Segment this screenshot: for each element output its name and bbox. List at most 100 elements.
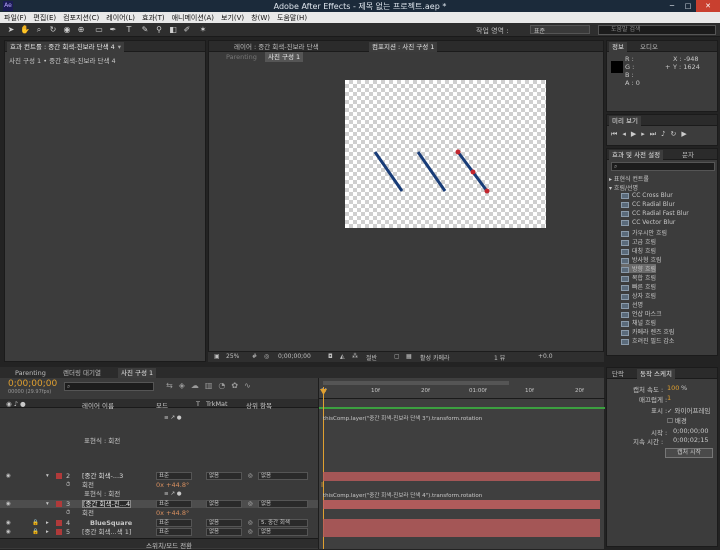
minimize-icon[interactable]: ─ xyxy=(664,0,680,12)
layer-name[interactable]: [중간 회색...색 1] xyxy=(82,528,131,536)
parent-select[interactable]: 없음 xyxy=(258,528,308,536)
column-t[interactable]: T xyxy=(196,400,200,408)
smoothing-value[interactable]: 1 xyxy=(667,394,671,402)
mode-select[interactable]: 표준 xyxy=(156,519,192,527)
grid-icon[interactable]: # xyxy=(252,353,257,360)
shy-icon[interactable]: ☁ xyxy=(191,381,205,390)
effect-item[interactable]: 빠른 흐림 xyxy=(621,282,656,291)
anchor-handle[interactable] xyxy=(455,149,461,155)
expand-icon[interactable]: ▾ xyxy=(46,472,49,480)
visibility-icon[interactable]: ◉ xyxy=(6,472,11,480)
stopwatch-icon[interactable]: ⏱ xyxy=(66,509,70,517)
parent-select[interactable]: 5. 중간 회색 xyxy=(258,519,308,527)
layer-duration-bar[interactable] xyxy=(323,528,600,537)
tab-audio[interactable]: 오디오 xyxy=(637,42,661,52)
menu-effect[interactable]: 효과(T) xyxy=(142,13,165,23)
capture-speed-value[interactable]: 100 xyxy=(667,384,679,392)
menu-view[interactable]: 보기(V) xyxy=(221,13,244,23)
graph-editor-icon[interactable]: ∿ xyxy=(244,381,257,390)
layer-row-selected[interactable]: ◉ ▾ 3 [중간 회색-진...4 표준 없음 ◎ 없음 xyxy=(0,500,318,508)
layer-name[interactable]: BlueSquare xyxy=(90,519,132,527)
menu-layer[interactable]: 레이어(L) xyxy=(106,13,135,23)
effect-item[interactable]: 선명 xyxy=(621,300,643,309)
expand-icon[interactable]: ▾ xyxy=(46,500,49,508)
camera-tool-icon[interactable]: ◉ xyxy=(62,25,72,35)
anchor-handle[interactable] xyxy=(484,188,490,194)
selection-tool-icon[interactable]: ➤ xyxy=(6,25,16,35)
show-snapshot-icon[interactable]: ◭ xyxy=(340,353,345,360)
layer-row[interactable]: ◉ 🔒 ▸ 4 BlueSquare 표준 없음 ◎ 5. 중간 회색 xyxy=(0,519,318,527)
column-trkmat[interactable]: TrkMat xyxy=(206,400,228,408)
frame-blending-icon[interactable]: ▥ xyxy=(205,381,219,390)
subtab-parenting[interactable]: Parenting xyxy=(223,52,260,62)
effect-item[interactable]: CC Radial Fast Blur xyxy=(621,210,689,217)
effect-item[interactable]: 복합 흐림 xyxy=(621,273,656,282)
menu-animation[interactable]: 애니메이션(A) xyxy=(172,13,214,23)
lock-icon[interactable]: 🔒 xyxy=(32,528,39,536)
clone-stamp-tool-icon[interactable]: ⚲ xyxy=(154,25,164,35)
label-color-chip[interactable] xyxy=(56,473,62,479)
pan-behind-tool-icon[interactable]: ⊕ xyxy=(76,25,86,35)
trkmat-select[interactable]: 없음 xyxy=(206,519,242,527)
effect-item-selected[interactable]: 방향 흐림 xyxy=(621,264,656,273)
visibility-icon[interactable]: ◉ xyxy=(6,528,11,536)
effect-item[interactable]: 카메라 렌즈 흐림 xyxy=(621,327,674,336)
eraser-tool-icon[interactable]: ◧ xyxy=(168,25,178,35)
first-frame-icon[interactable]: ⏮ xyxy=(611,130,622,138)
prev-frame-icon[interactable]: ◂ xyxy=(622,130,631,138)
visibility-icon[interactable]: ◉ xyxy=(6,519,11,527)
view-layout-select[interactable]: 1 뷰 xyxy=(494,353,505,362)
loop-icon[interactable]: ↻ xyxy=(671,130,682,138)
expression-text[interactable]: thisComp.layer("중간 회색-진보라 단색 4").transfo… xyxy=(323,491,482,499)
effect-item[interactable]: CC Radial Blur xyxy=(621,201,675,208)
tab-motion-sketch[interactable]: 동작 스케치 xyxy=(637,369,675,379)
trkmat-select[interactable]: 없음 xyxy=(206,500,242,508)
expand-icon[interactable]: ▸ xyxy=(46,528,49,536)
label-color-chip[interactable] xyxy=(56,520,62,526)
parent-select[interactable]: 없음 xyxy=(258,472,308,480)
type-tool-icon[interactable]: T xyxy=(124,25,134,35)
mode-select[interactable]: 표준 xyxy=(156,472,192,480)
pickwhip-icon[interactable]: ◎ xyxy=(248,472,253,480)
property-value[interactable]: 0x +44.8° xyxy=(156,509,189,517)
label-color-chip[interactable] xyxy=(56,501,62,507)
menu-composition[interactable]: 컴포지션(C) xyxy=(63,13,99,23)
effect-item[interactable]: 고급 흐림 xyxy=(621,237,656,246)
pickwhip-icon[interactable]: ◎ xyxy=(248,500,253,508)
tab-paragraph[interactable]: 단락 xyxy=(609,369,627,379)
mode-select[interactable]: 표준 xyxy=(156,500,192,508)
transparency-grid-icon[interactable]: ▦ xyxy=(406,353,412,360)
menu-file[interactable]: 파일(F) xyxy=(4,13,26,23)
ram-preview-icon[interactable]: ▶ xyxy=(681,130,691,138)
brainstorm-icon[interactable]: ✿ xyxy=(231,381,244,390)
layer-name[interactable]: [중간 회색-...3 xyxy=(82,472,123,480)
close-icon[interactable]: ✕ xyxy=(696,0,720,12)
pickwhip-icon[interactable]: ◎ xyxy=(248,519,253,527)
lock-icon[interactable]: 🔒 xyxy=(32,519,39,527)
composition-canvas[interactable] xyxy=(345,80,546,228)
expression-text[interactable]: thisComp.layer("중간 회색-진보라 단색 3").transfo… xyxy=(323,414,482,422)
column-parent[interactable]: 상위 항목 xyxy=(246,400,272,410)
rectangle-tool-icon[interactable]: ▭ xyxy=(94,25,104,35)
tab-layer-viewer[interactable]: 레이어 : 중간 회색-진보라 단색 xyxy=(231,42,322,52)
subtab-comp1[interactable]: 사진 구성 1 xyxy=(265,52,304,62)
comp-mini-flowchart-icon[interactable]: ⇆ xyxy=(166,381,179,390)
effects-category-expression-controls[interactable]: ▸ 표현식 컨트롤 xyxy=(609,174,649,183)
layer-row[interactable]: ◉ ▾ 2 [중간 회색-...3 표준 없음 ◎ 없음 xyxy=(0,472,318,480)
region-of-interest-icon[interactable]: ▢ xyxy=(394,353,400,360)
anchor-handle[interactable] xyxy=(470,169,476,175)
column-layer-name[interactable]: 레이어 이름 xyxy=(82,400,114,410)
label-color-chip[interactable] xyxy=(56,529,62,535)
property-value[interactable]: 0x +44.8° xyxy=(156,481,189,489)
camera-select[interactable]: 활성 카메라 xyxy=(420,353,450,362)
roto-brush-tool-icon[interactable]: ✐ xyxy=(182,25,192,35)
zoom-select[interactable]: 25% xyxy=(226,353,239,360)
blue-line-shape[interactable] xyxy=(373,151,404,192)
tab-effect-controls[interactable]: 효과 컨트롤 : 중간 회색-진보라 단색 4 ▾ xyxy=(7,42,125,52)
effect-item[interactable]: 채널 흐림 xyxy=(621,318,656,327)
effect-item[interactable]: 가우시안 흐림 xyxy=(621,228,667,237)
trkmat-select[interactable]: 없음 xyxy=(206,472,242,480)
tab-character[interactable]: 문자 xyxy=(679,150,697,160)
pen-tool-icon[interactable]: ✒ xyxy=(108,25,118,35)
workspace-select[interactable]: 표준 xyxy=(530,25,590,35)
